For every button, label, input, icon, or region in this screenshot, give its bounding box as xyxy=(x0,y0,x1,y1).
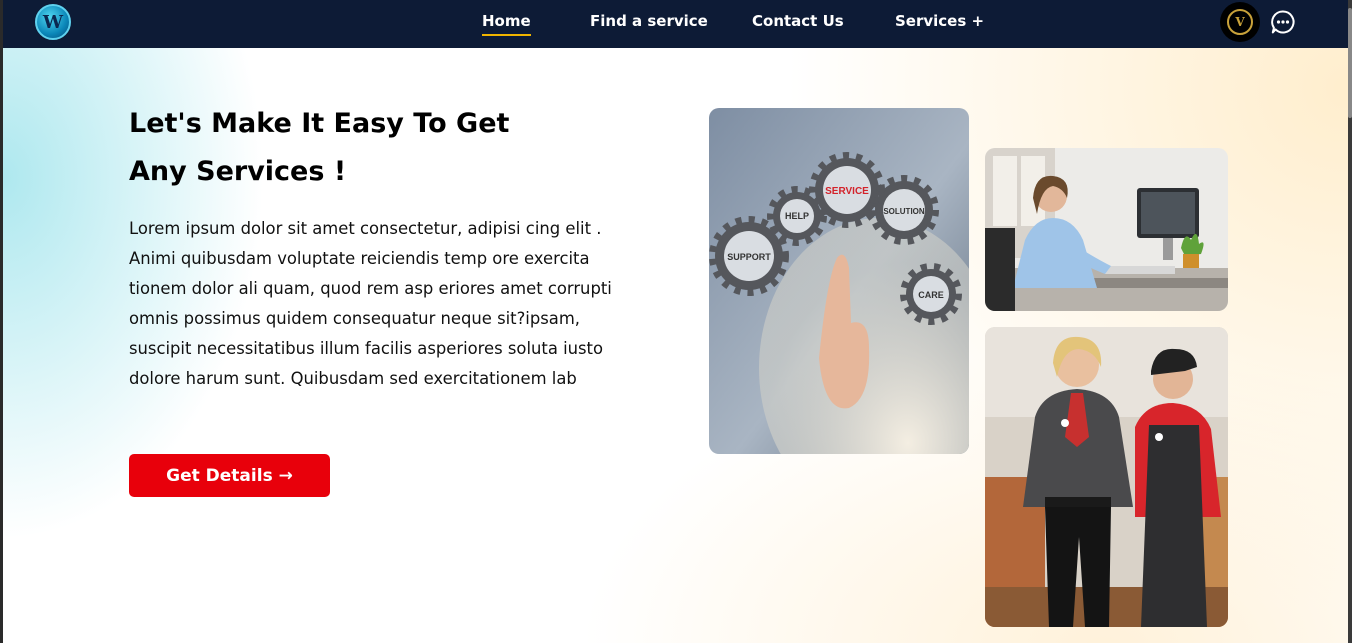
get-details-button[interactable]: Get Details → xyxy=(129,454,330,497)
logo-letter: W xyxy=(42,11,64,33)
nav-link-find-a-service[interactable]: Find a service xyxy=(590,12,708,30)
gear-label-help: HELP xyxy=(785,211,809,221)
page-scrollbar[interactable] xyxy=(1348,0,1352,643)
service-gears-photo: SUPPORT HELP SERVICE SOLUTION CARE xyxy=(709,108,969,454)
chat-bubble-icon[interactable] xyxy=(1270,9,1296,35)
nav-link-contact-us[interactable]: Contact Us xyxy=(752,12,844,30)
scrollbar-thumb[interactable] xyxy=(1348,8,1352,118)
crown-badge-icon[interactable]: V xyxy=(1220,2,1260,42)
nav-link-services-dropdown[interactable]: Services + xyxy=(895,12,984,30)
gear-label-service: SERVICE xyxy=(825,186,869,197)
browser-viewport: W Home Find a service Contact Us Service… xyxy=(3,0,1348,643)
hero-description: Lorem ipsum dolor sit amet consectetur, … xyxy=(129,219,612,388)
gear-label-solution: SOLUTION xyxy=(883,207,925,216)
restaurant-staff-photo xyxy=(985,327,1228,627)
hero-headline: Let's Make It Easy To Get Any Services ! xyxy=(129,108,510,187)
hero-section: Let's Make It Easy To Get Any Services !… xyxy=(3,48,1348,643)
badge-letter: V xyxy=(1227,9,1253,35)
gear-label-support: SUPPORT xyxy=(727,252,771,262)
receptionist-photo xyxy=(985,148,1228,311)
top-navbar: W Home Find a service Contact Us Service… xyxy=(3,0,1348,48)
gear-label-care: CARE xyxy=(918,290,944,300)
site-logo[interactable]: W xyxy=(35,4,71,40)
nav-link-home[interactable]: Home xyxy=(482,12,531,36)
